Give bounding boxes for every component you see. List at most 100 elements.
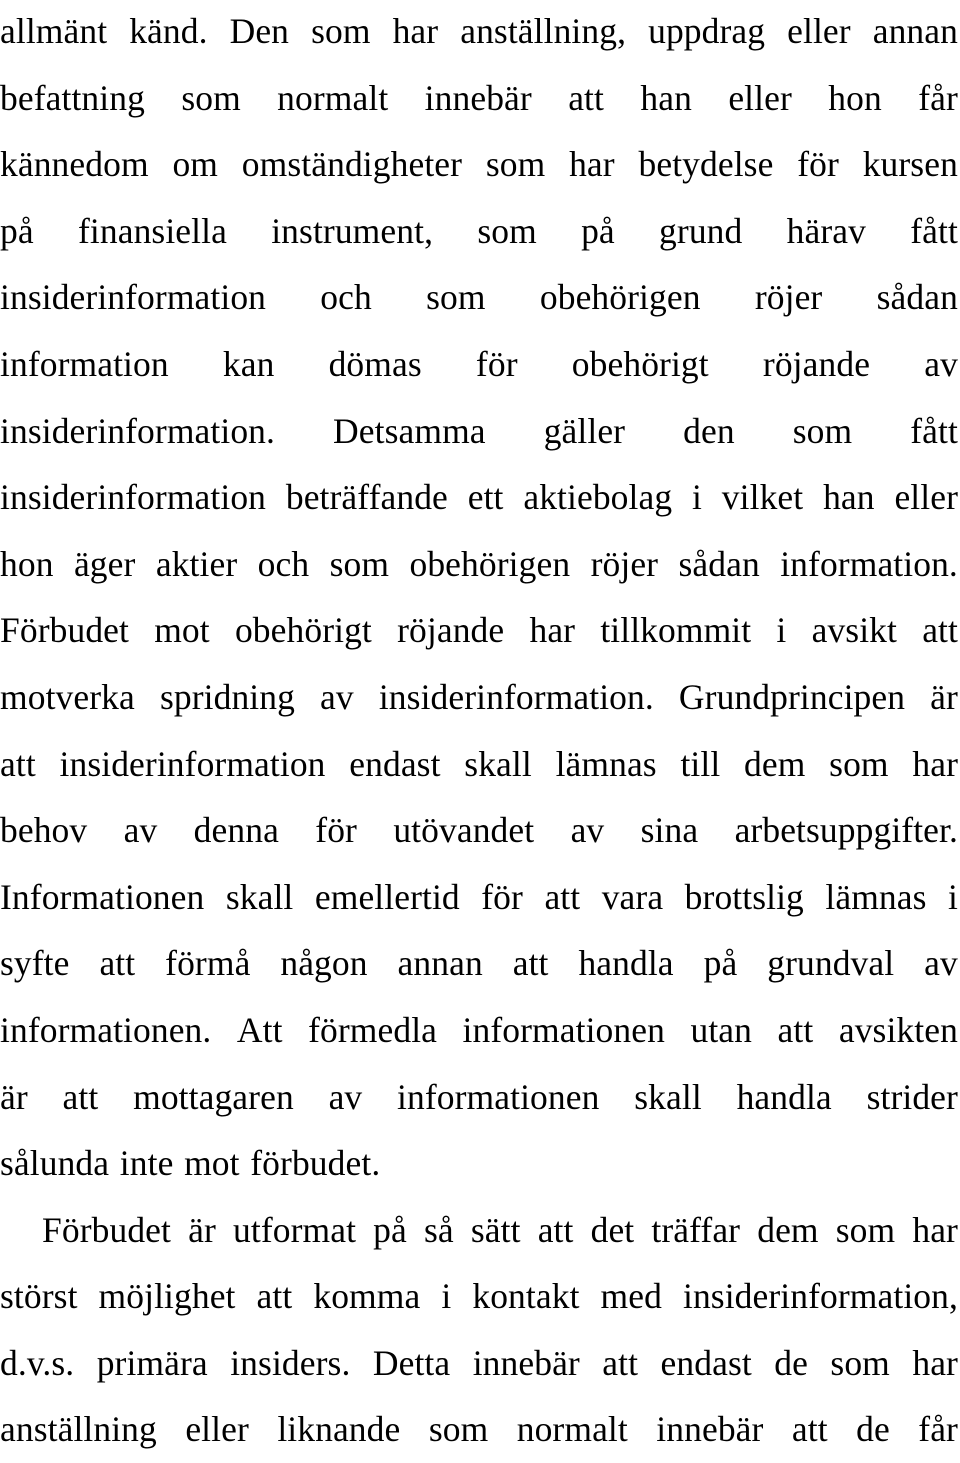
text-word: röjer: [590, 543, 659, 584]
text-word: normalt: [516, 1409, 628, 1450]
text-word: dömas: [328, 343, 422, 384]
document-text-body: allmänt känd. Den som har anställning, uppdrag…: [0, 0, 958, 1463]
text-word: informationen: [397, 1076, 600, 1117]
text-line: motverka spridning av insiderinformation. Gr…: [0, 664, 958, 731]
text-word: anställning,: [460, 11, 627, 51]
text-word: annan: [872, 11, 958, 51]
text-word: av: [570, 810, 605, 851]
text-word: informationen: [462, 1009, 665, 1050]
text-word: dem: [744, 743, 806, 784]
text-word: skall: [634, 1076, 702, 1117]
text-word: för: [481, 876, 523, 917]
text-word: de: [856, 1409, 890, 1450]
text-word: som: [426, 277, 486, 318]
text-word: äger: [73, 543, 136, 584]
text-word: att: [99, 943, 136, 984]
text-word: mottagaren: [133, 1076, 294, 1117]
text-word: behov: [0, 810, 88, 851]
text-word: eller: [787, 11, 851, 51]
text-word: att: [791, 1409, 828, 1450]
text-word: får: [918, 77, 958, 118]
text-word: grundval: [767, 943, 895, 984]
text-word: obehörigen: [539, 277, 701, 318]
text-word: av: [123, 810, 158, 851]
text-word: gäller: [543, 410, 626, 451]
text-word: sina: [640, 810, 699, 851]
text-word: mot: [184, 1143, 240, 1184]
text-word: Informationen: [0, 876, 205, 917]
text-line: kännedom om omständigheter som har betydelse f…: [0, 131, 958, 198]
text-word: och: [257, 543, 310, 584]
text-word: han: [640, 77, 692, 118]
text-line: hon äger aktier och som obehörigen röjer sådan i…: [0, 531, 958, 598]
text-word: i: [776, 610, 787, 651]
text-line: insiderinformation beträffande ett aktiebol…: [0, 464, 958, 531]
text-word: att: [777, 1009, 814, 1050]
text-word: skall: [464, 743, 532, 784]
text-word: innebär: [472, 1342, 580, 1383]
text-word: det: [590, 1209, 635, 1250]
text-word: han: [823, 477, 875, 518]
text-word: Förbudet: [0, 610, 129, 651]
text-word: innebär: [424, 77, 532, 118]
text-line: sålunda inte mot förbudet.: [0, 1130, 958, 1197]
text-word: att: [0, 743, 36, 784]
text-line: insiderinformation. Detsamma gäller den som f…: [0, 398, 958, 465]
text-word: insiderinformation,: [682, 1276, 958, 1317]
paragraph: allmänt känd. Den som har anställning, uppdrag…: [0, 0, 958, 1197]
text-word: till: [680, 743, 721, 784]
text-word: som: [792, 410, 853, 451]
text-word: förbudet.: [250, 1143, 381, 1184]
text-line: på finansiella instrument, som på grund härav f…: [0, 198, 958, 265]
text-word: med: [600, 1276, 662, 1317]
text-word: som: [181, 77, 241, 118]
text-word: handla: [736, 1076, 832, 1117]
text-word: eller: [185, 1409, 249, 1450]
text-word: som: [829, 743, 889, 784]
text-word: att: [568, 77, 604, 118]
text-word: har: [912, 743, 958, 784]
text-word: på: [373, 1209, 407, 1250]
text-word: de: [774, 1342, 808, 1383]
text-word: som: [835, 1209, 896, 1250]
text-word: motverka: [0, 676, 135, 717]
text-word: insiders.: [230, 1342, 351, 1383]
text-word: handla: [578, 943, 674, 984]
text-word: som: [329, 543, 390, 584]
text-word: som: [311, 11, 371, 51]
text-word: obehörigt: [571, 343, 709, 384]
text-word: syfte: [0, 943, 70, 984]
text-word: att: [602, 1342, 639, 1383]
text-word: är: [0, 1076, 28, 1117]
text-word: insiderinformation: [0, 477, 267, 518]
text-word: obehörigt: [234, 610, 372, 651]
text-word: Detsamma: [333, 410, 486, 451]
text-word: denna: [193, 810, 279, 851]
text-word: vara: [601, 876, 664, 917]
text-word: informationen.: [0, 1009, 212, 1050]
text-word: härav: [786, 210, 866, 251]
text-word: fått: [910, 410, 958, 451]
text-word: grund: [659, 210, 743, 251]
text-word: allmänt: [0, 11, 108, 51]
text-word: spridning: [159, 676, 295, 717]
text-word: aktiebolag: [523, 477, 673, 518]
text-word: hon: [828, 77, 882, 118]
text-word: insiderinformation: [59, 743, 326, 784]
text-word: information.: [780, 543, 958, 584]
text-word: sålunda: [0, 1143, 110, 1184]
text-word: utövandet: [393, 810, 535, 851]
text-line: behov av denna för utövandet av sina arbetsuppg…: [0, 797, 958, 864]
text-word: i: [441, 1276, 452, 1317]
text-word: komma: [313, 1276, 421, 1317]
text-word: på: [703, 943, 738, 984]
text-word: känd.: [129, 11, 208, 51]
text-word: att: [512, 943, 549, 984]
text-line: Förbudet är utformat på så sätt att det träffar d…: [0, 1197, 958, 1264]
document-page: allmänt känd. Den som har anställning, uppdrag…: [0, 0, 960, 1449]
text-word: att: [544, 876, 581, 917]
text-word: förmedla: [308, 1009, 438, 1050]
text-line: anställning eller liknande som normalt innebä…: [0, 1396, 958, 1463]
text-word: är: [188, 1209, 216, 1250]
text-word: kontakt: [472, 1276, 580, 1317]
